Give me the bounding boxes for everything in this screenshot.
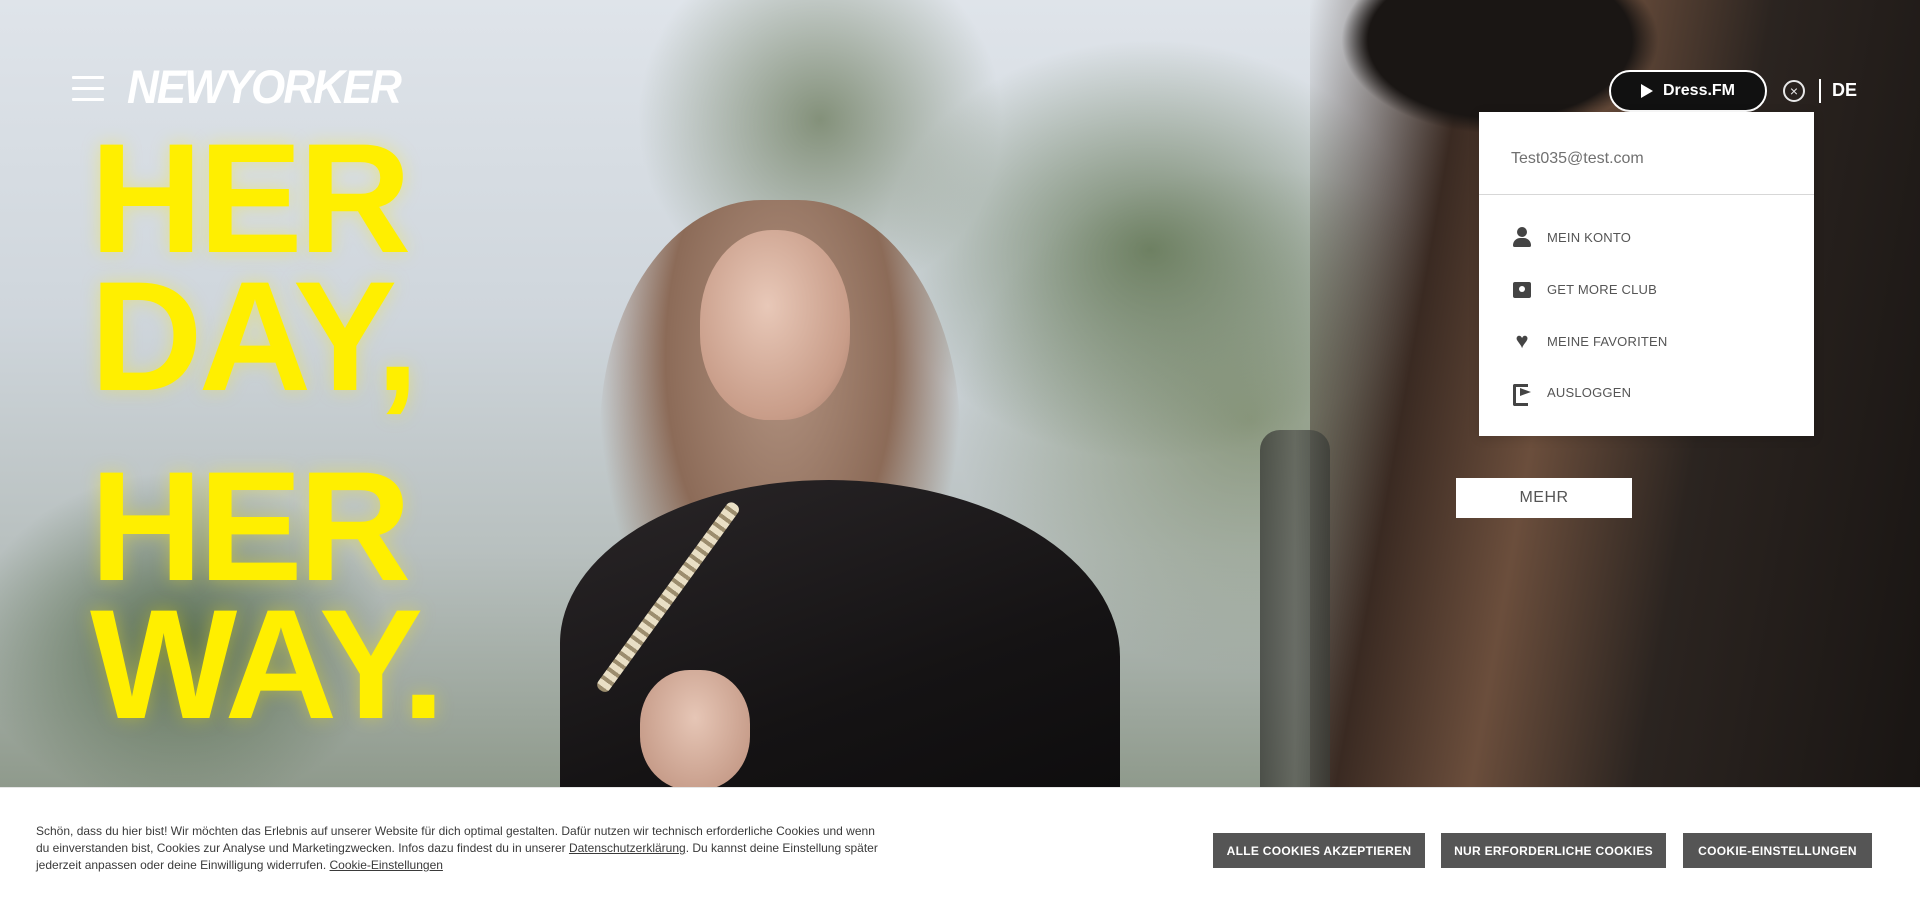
required-cookies-only-button[interactable]: NUR ERFORDERLICHE COOKIES [1441, 833, 1666, 868]
hero-headline: HER DAY, HER WAY. [90, 112, 445, 752]
logout-icon [1511, 381, 1533, 406]
close-icon[interactable]: × [1783, 80, 1805, 102]
dressfm-button[interactable]: Dress.FM [1609, 70, 1767, 112]
user-icon [1511, 226, 1533, 248]
hero-model-hand [640, 670, 750, 787]
language-switcher[interactable]: DE [1832, 80, 1857, 101]
dressfm-label: Dress.FM [1662, 82, 1736, 99]
menu-item-label: MEIN KONTO [1547, 229, 1632, 245]
language-divider [1819, 79, 1821, 103]
play-icon [1640, 84, 1653, 98]
hero-model-face [700, 230, 850, 420]
menu-item-ausloggen[interactable]: AUSLOGGEN [1511, 375, 1791, 409]
menu-item-meine-favoriten[interactable]: ♥ MEINE FAVORITEN [1511, 324, 1791, 358]
menu-item-label: AUSLOGGEN [1547, 384, 1632, 400]
headline-line-1: HER [90, 112, 411, 286]
newyorker-logo[interactable]: NEWYORKER [127, 60, 402, 116]
cookie-settings-link[interactable]: Cookie-Einstellungen [330, 858, 443, 872]
menu-item-get-more-club[interactable]: GET MORE CLUB [1511, 272, 1791, 306]
account-dropdown: Test035@test.com MEIN KONTO GET MORE CLU… [1479, 112, 1814, 436]
account-email: Test035@test.com [1511, 150, 1644, 167]
menu-item-mein-konto[interactable]: MEIN KONTO [1511, 220, 1791, 254]
headline-line-3: HER [90, 440, 411, 614]
privacy-policy-link[interactable]: Datenschutzerklärung [569, 841, 686, 855]
hero-tree-trunk [1260, 430, 1330, 787]
cookie-text: Schön, dass du hier bist! Wir möchten da… [36, 823, 878, 874]
account-divider [1479, 194, 1814, 195]
hamburger-menu-icon[interactable] [72, 76, 104, 102]
mehr-button[interactable]: MEHR [1456, 478, 1632, 518]
menu-item-label: GET MORE CLUB [1547, 281, 1657, 297]
headline-line-2: DAY, [90, 250, 419, 424]
heart-icon: ♥ [1515, 328, 1529, 353]
accept-all-cookies-button[interactable]: ALLE COOKIES AKZEPTIEREN [1213, 833, 1425, 868]
menu-item-label: MEINE FAVORITEN [1547, 333, 1668, 349]
club-card-icon [1511, 278, 1533, 300]
cookie-banner: Schön, dass du hier bist! Wir möchten da… [0, 787, 1920, 911]
headline-line-4: WAY. [90, 578, 445, 752]
cookie-settings-button[interactable]: COOKIE-EINSTELLUNGEN [1683, 833, 1872, 868]
